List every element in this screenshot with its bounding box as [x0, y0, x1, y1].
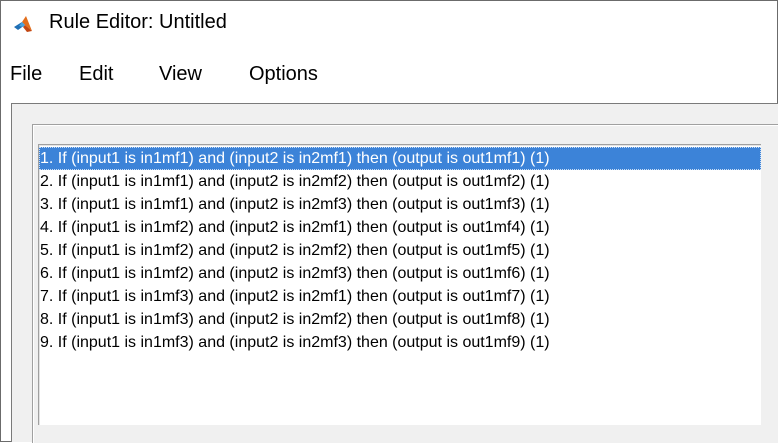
title-bar[interactable]: Rule Editor: Untitled — [1, 1, 777, 47]
rule-item-7[interactable]: 7. If (input1 is in1mf3) and (input2 is … — [39, 285, 761, 308]
rule-item-8[interactable]: 8. If (input1 is in1mf3) and (input2 is … — [39, 308, 761, 331]
menu-view[interactable]: View — [159, 63, 202, 86]
window-title: Rule Editor: Untitled — [49, 11, 227, 33]
rule-item-3[interactable]: 3. If (input1 is in1mf1) and (input2 is … — [39, 193, 761, 216]
rule-item-9[interactable]: 9. If (input1 is in1mf3) and (input2 is … — [39, 331, 761, 354]
rule-list[interactable]: 1. If (input1 is in1mf1) and (input2 is … — [38, 144, 761, 425]
menu-options[interactable]: Options — [249, 63, 318, 86]
menu-file[interactable]: File — [10, 63, 42, 86]
rule-editor-window: Rule Editor: Untitled File Edit View Opt… — [0, 0, 778, 443]
rule-item-6[interactable]: 6. If (input1 is in1mf2) and (input2 is … — [39, 262, 761, 285]
rule-item-1[interactable]: 1. If (input1 is in1mf1) and (input2 is … — [39, 147, 761, 170]
rule-item-5[interactable]: 5. If (input1 is in1mf2) and (input2 is … — [39, 239, 761, 262]
menu-bar: File Edit View Options — [1, 47, 777, 103]
rule-item-4[interactable]: 4. If (input1 is in1mf2) and (input2 is … — [39, 216, 761, 239]
menu-edit[interactable]: Edit — [79, 63, 113, 86]
client-area: 1. If (input1 is in1mf1) and (input2 is … — [11, 103, 778, 443]
rule-item-2[interactable]: 2. If (input1 is in1mf1) and (input2 is … — [39, 170, 761, 193]
matlab-icon — [13, 14, 33, 34]
